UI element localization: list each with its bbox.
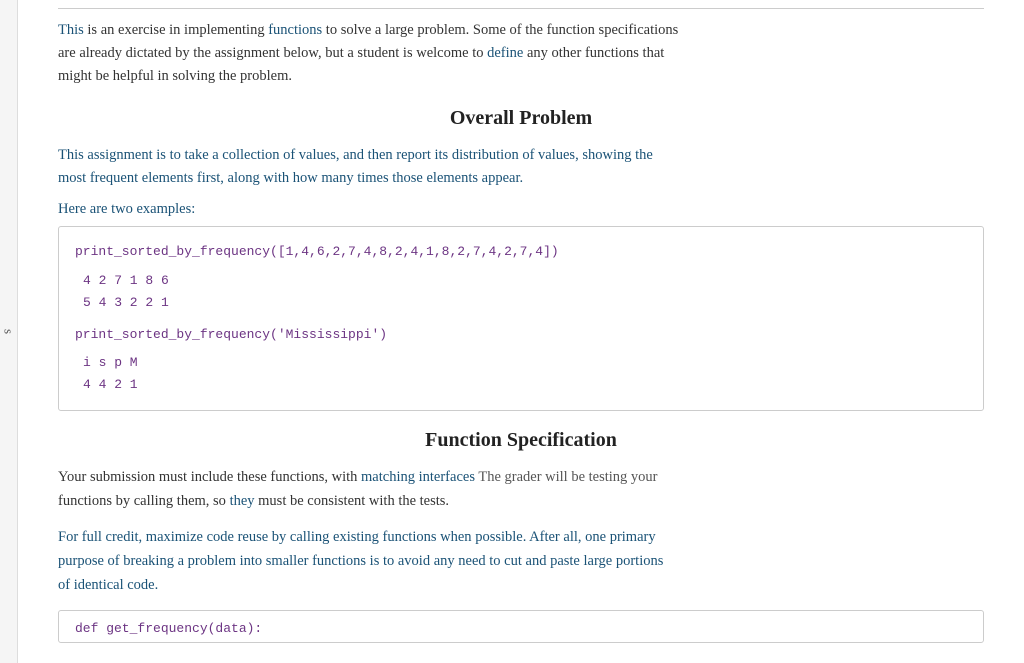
func-call-2: print_sorted_by_frequency('Mississippi') (75, 327, 387, 342)
output-row2-1: 5 4 3 2 2 1 (83, 295, 169, 310)
para1-distribution: distribution (452, 147, 519, 163)
intro-text2: is an exercise in implementing (84, 22, 268, 38)
intro-line3: might be helpful in solving the problem. (58, 68, 292, 84)
intro-line2b: any other functions that (523, 45, 664, 61)
spec-intro: Your submission must include these funct… (58, 469, 361, 485)
top-divider (58, 8, 984, 9)
code-example-block: print_sorted_by_frequency([1,4,6,2,7,4,8… (58, 226, 984, 411)
output-row1-1: 4 2 7 1 8 6 (83, 273, 169, 288)
sidebar-letter: s (1, 329, 17, 334)
para1-part3: of values, showing the (519, 147, 653, 163)
assignment-paragraph: This assignment is to take a collection … (58, 144, 984, 192)
intro-functions: functions (268, 22, 322, 38)
spec-line2-part2: must be consistent with the tests. (255, 493, 450, 509)
bottom-code-block: def get_frequency(data): (58, 610, 984, 643)
code-output-2: 5 4 3 2 2 1 (75, 292, 967, 314)
intro-line2: are already dictated by the assignment b… (58, 45, 487, 61)
function-spec-title: Function Specification (58, 429, 984, 452)
main-content: This is an exercise in implementing func… (18, 0, 1024, 663)
overall-problem-title: Overall Problem (58, 107, 984, 130)
output-row2-2: 4 4 2 1 (83, 377, 138, 392)
left-sidebar: s (0, 0, 18, 663)
page-container: s This is an exercise in implementing fu… (0, 0, 1024, 663)
code-line-func2: print_sorted_by_frequency('Mississippi') (75, 324, 967, 346)
intro-text4: to solve a large problem. Some of the fu… (322, 22, 678, 38)
credit-paragraph: For full credit, maximize code reuse by … (58, 526, 984, 598)
intro-define: define (487, 45, 523, 61)
spec-line2-part1: functions by calling them, so (58, 493, 230, 509)
spec-grader: The grader will be testing your (475, 469, 658, 485)
output-row1-2: i s p M (83, 355, 138, 370)
code-output-3: i s p M (75, 352, 967, 374)
para1-part2: assignment is to take a collection of va… (84, 147, 452, 163)
credit-line1-part2: possible. After all, one primary (472, 529, 656, 545)
credit-line1-part1: For full credit, maximize code reuse by … (58, 529, 440, 545)
para1-line2: most frequent elements first, along with… (58, 170, 523, 186)
para1-this: This (58, 147, 84, 163)
spec-they: they (230, 493, 255, 509)
credit-line2: purpose of breaking a problem into small… (58, 553, 663, 569)
intro-paragraph: This is an exercise in implementing func… (58, 19, 984, 89)
credit-when: when (440, 529, 471, 545)
spec-matching: matching interfaces (361, 469, 475, 485)
intro-this: This (58, 22, 84, 38)
credit-line3: of identical code. (58, 577, 158, 593)
bottom-func-def: def get_frequency(data): (75, 621, 262, 636)
func-call-1: print_sorted_by_frequency([1,4,6,2,7,4,8… (75, 244, 559, 259)
examples-label: Here are two examples: (58, 201, 984, 218)
code-line-func1: print_sorted_by_frequency([1,4,6,2,7,4,8… (75, 241, 967, 263)
code-output-1: 4 2 7 1 8 6 (75, 270, 967, 292)
code-output-4: 4 4 2 1 (75, 374, 967, 396)
spec-paragraph: Your submission must include these funct… (58, 466, 984, 514)
